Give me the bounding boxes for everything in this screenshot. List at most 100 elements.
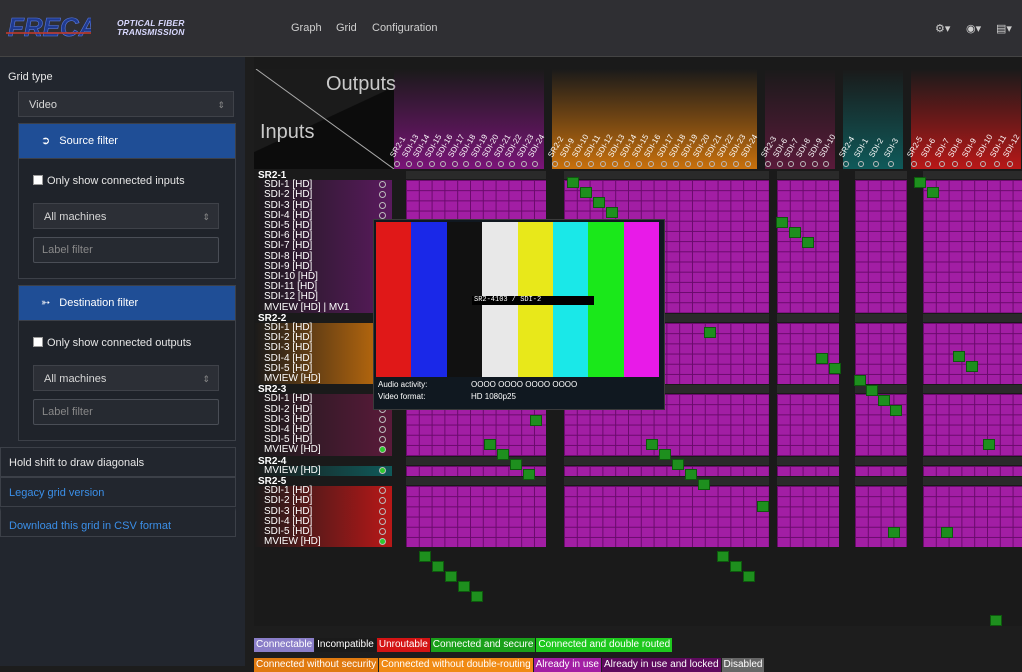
connected-crosspoint[interactable] (878, 395, 890, 406)
input-row-label[interactable]: MVIEW [HD] (264, 465, 321, 476)
connected-crosspoint[interactable] (432, 561, 444, 572)
connected-crosspoint[interactable] (757, 501, 769, 512)
legacy-grid-link[interactable]: Legacy grid version (0, 477, 236, 507)
column-status-dot (509, 161, 516, 167)
connected-crosspoint[interactable] (685, 469, 697, 480)
crosspoint-block[interactable] (564, 486, 769, 548)
only-connected-inputs-checkbox[interactable]: Only show connected inputs (33, 175, 185, 187)
connected-crosspoint[interactable] (523, 469, 535, 480)
grid-header-strip (777, 385, 839, 394)
connected-crosspoint[interactable] (458, 581, 470, 592)
connected-crosspoint[interactable] (854, 375, 866, 386)
source-filter-header[interactable]: ➲ Source filter (19, 124, 235, 159)
connected-crosspoint[interactable] (471, 591, 483, 602)
connected-crosspoint[interactable] (866, 385, 878, 396)
column-status-dot (823, 161, 830, 167)
input-row-label[interactable]: SDI-7 [HD] (264, 241, 312, 251)
color-bar (411, 222, 447, 377)
nav-configuration[interactable]: Configuration (372, 22, 437, 34)
crosspoint-block[interactable] (777, 323, 839, 385)
input-row-label[interactable]: MVIEW [HD] (264, 537, 321, 547)
connected-crosspoint[interactable] (743, 571, 755, 582)
legend-item: Unroutable (376, 638, 430, 652)
source-label-filter-input[interactable]: Label filter (33, 237, 219, 263)
connected-crosspoint[interactable] (990, 615, 1002, 626)
crosspoint-block[interactable] (564, 465, 769, 476)
dest-machines-select[interactable]: All machines ⇕ (33, 365, 219, 391)
connected-crosspoint[interactable] (802, 237, 814, 248)
column-status-dot (776, 161, 783, 167)
column-status-dot (858, 161, 864, 167)
input-row-label[interactable]: SDI-2 [HD] (264, 496, 312, 506)
language-icon[interactable]: ▤▾ (996, 22, 1012, 35)
connected-crosspoint[interactable] (717, 551, 729, 562)
crosspoint-block[interactable] (855, 465, 907, 476)
nav-graph[interactable]: Graph (291, 22, 322, 34)
crosspoint-block[interactable] (406, 486, 546, 548)
connected-crosspoint[interactable] (983, 439, 995, 450)
connected-crosspoint[interactable] (704, 327, 716, 338)
crosspoint-block[interactable] (923, 486, 1022, 548)
crosspoint-block[interactable] (923, 180, 1022, 313)
crosspoint-block[interactable] (777, 394, 839, 456)
connected-crosspoint[interactable] (672, 459, 684, 470)
connected-crosspoint[interactable] (966, 361, 978, 372)
connected-crosspoint[interactable] (816, 353, 828, 364)
connected-crosspoint[interactable] (567, 177, 579, 188)
grid-header-strip (777, 313, 839, 322)
connected-crosspoint[interactable] (698, 479, 710, 490)
input-row-label[interactable]: MVIEW [HD] (264, 374, 321, 384)
connected-crosspoint[interactable] (646, 439, 658, 450)
crosspoint-block[interactable] (923, 465, 1022, 476)
checkbox-box[interactable] (33, 337, 43, 347)
connected-crosspoint[interactable] (659, 449, 671, 460)
user-icon[interactable]: ◉▾ (966, 22, 981, 35)
freca-logo[interactable]: FRECA (6, 10, 98, 44)
crosspoint-block[interactable] (777, 465, 839, 476)
input-row-label[interactable]: SDI-12 [HD] (264, 292, 318, 302)
connected-crosspoint[interactable] (445, 571, 457, 582)
input-row-label[interactable]: SDI-2 [HD] (264, 190, 312, 200)
crosspoint-block[interactable] (855, 486, 907, 548)
connected-crosspoint[interactable] (419, 551, 431, 562)
connected-crosspoint[interactable] (606, 207, 618, 218)
connected-crosspoint[interactable] (530, 415, 542, 426)
input-row-label[interactable]: MVIEW [HD] (264, 445, 321, 455)
connected-crosspoint[interactable] (580, 187, 592, 198)
only-connected-outputs-checkbox[interactable]: Only show connected outputs (33, 337, 191, 349)
nav-grid[interactable]: Grid (336, 22, 357, 34)
gears-icon[interactable]: ⚙▾ (935, 22, 950, 35)
crosspoint-block[interactable] (855, 180, 907, 313)
crosspoint-block[interactable] (777, 486, 839, 548)
input-row-label[interactable]: SDI-1 [HD] (264, 394, 312, 404)
connected-crosspoint[interactable] (927, 187, 939, 198)
input-status-dot (379, 507, 386, 515)
connected-crosspoint[interactable] (914, 177, 926, 188)
input-status-dot (379, 415, 386, 423)
source-machines-select[interactable]: All machines ⇕ (33, 203, 219, 229)
connected-crosspoint[interactable] (941, 527, 953, 538)
sign-in-icon: ➲ (41, 135, 51, 147)
input-row-label[interactable]: SDI-3 [HD] (264, 343, 312, 353)
connected-crosspoint[interactable] (510, 459, 522, 470)
connected-crosspoint[interactable] (829, 363, 841, 374)
crosspoint-block[interactable] (923, 323, 1022, 385)
dest-label-filter-input[interactable]: Label filter (33, 399, 219, 425)
connected-crosspoint[interactable] (953, 351, 965, 362)
grid-type-select[interactable]: Video ⇕ (18, 91, 234, 117)
checkbox-box[interactable] (33, 175, 43, 185)
connected-crosspoint[interactable] (789, 227, 801, 238)
input-status-dot (379, 211, 386, 219)
connected-crosspoint[interactable] (484, 439, 496, 450)
connected-crosspoint[interactable] (730, 561, 742, 572)
input-row-label[interactable]: MVIEW [HD] | MV1 (264, 302, 349, 313)
column-status-dot (873, 161, 879, 167)
connected-crosspoint[interactable] (890, 405, 902, 416)
crosspoint-block[interactable] (923, 394, 1022, 456)
connected-crosspoint[interactable] (593, 197, 605, 208)
download-csv-link[interactable]: Download this grid in CSV format (0, 507, 236, 537)
connected-crosspoint[interactable] (497, 449, 509, 460)
connected-crosspoint[interactable] (776, 217, 788, 228)
connected-crosspoint[interactable] (888, 527, 900, 538)
destination-filter-header[interactable]: ➳ Destination filter (19, 286, 235, 321)
